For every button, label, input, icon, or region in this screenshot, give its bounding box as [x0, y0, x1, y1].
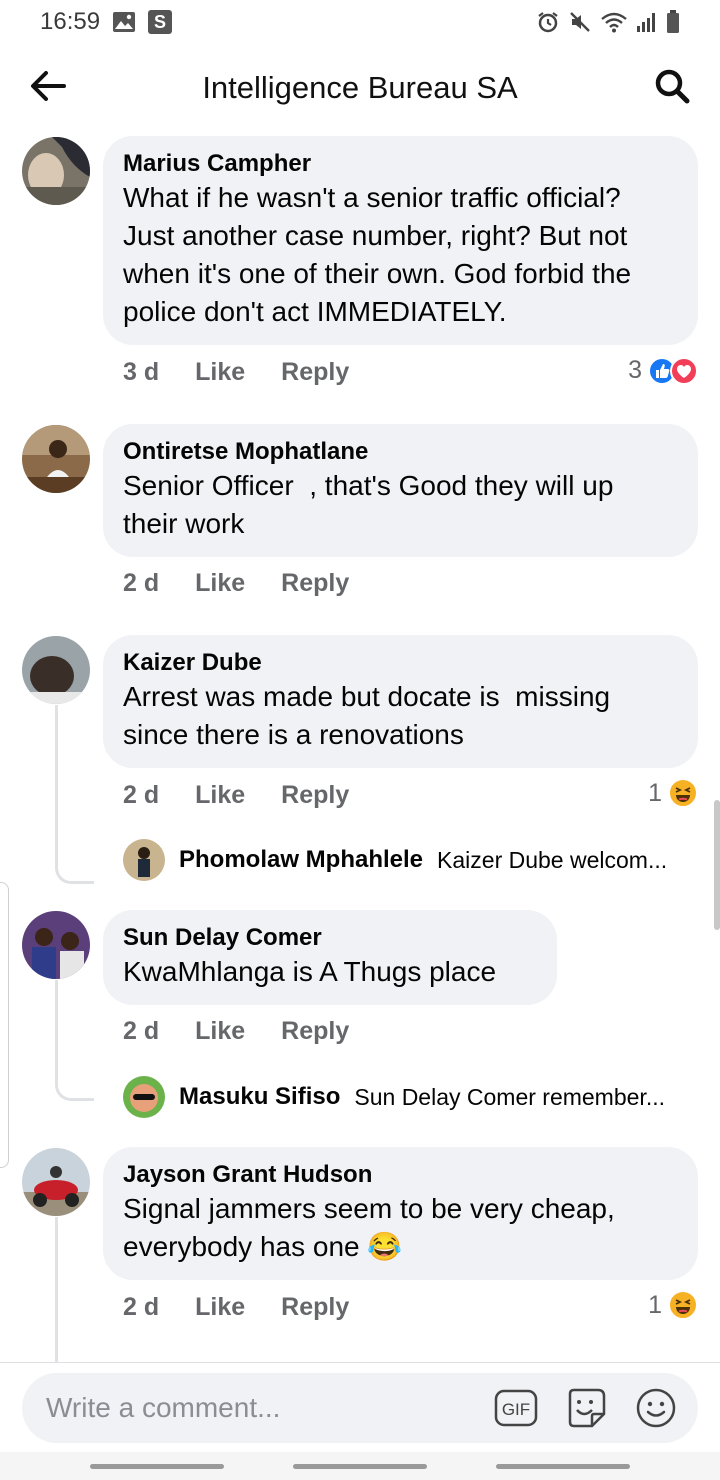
gif-icon: GIF: [494, 1389, 538, 1427]
reply-button[interactable]: Reply: [281, 1017, 349, 1046]
comment-actions: 3 d Like Reply: [123, 358, 349, 387]
reply-avatar: [123, 1076, 165, 1118]
sticker-button[interactable]: [562, 1384, 610, 1432]
app-bar: Intelligence Bureau SA: [0, 56, 720, 120]
comment-composer-bar: GIF: [0, 1362, 720, 1453]
comment-text: What if he wasn't a senior traffic offic…: [123, 182, 632, 327]
signal-icon: [636, 11, 658, 33]
comment-text: Signal jammers seem to be very cheap, ev…: [123, 1190, 678, 1266]
comment-bubble: Kaizer Dube Arrest was made but docate i…: [103, 635, 698, 768]
status-bar-left: 16:59 S: [40, 8, 173, 36]
avatar[interactable]: [22, 911, 90, 979]
comment-bubble: Ontiretse Mophatlane Senior Officer , th…: [103, 424, 698, 557]
comment-input[interactable]: [44, 1391, 470, 1425]
thread-line: [55, 980, 94, 1101]
reaction-summary[interactable]: 3: [628, 356, 698, 385]
gallery-icon: [112, 11, 136, 33]
status-bar: 16:59 S: [0, 0, 720, 44]
comment-actions: 2 d Like Reply: [123, 1017, 349, 1046]
love-reaction-icon: [670, 356, 698, 385]
system-nav-bar: [0, 1452, 720, 1480]
alarm-icon: [536, 10, 560, 34]
like-button[interactable]: Like: [195, 569, 245, 598]
comment-time[interactable]: 2 d: [123, 781, 159, 810]
avatar[interactable]: [22, 425, 90, 493]
comment-author[interactable]: Ontiretse Mophatlane: [123, 437, 678, 467]
gif-label: GIF: [502, 1400, 530, 1419]
s-app-icon: S: [148, 10, 173, 34]
comment-actions: 2 d Like Reply: [123, 1293, 349, 1322]
comment-actions: 2 d Like Reply: [123, 569, 349, 598]
reply-button[interactable]: Reply: [281, 358, 349, 387]
emoji-button[interactable]: [632, 1384, 680, 1432]
reply-button[interactable]: Reply: [281, 1293, 349, 1322]
mute-icon: [568, 10, 592, 34]
comment-time[interactable]: 2 d: [123, 1293, 159, 1322]
nav-back-handle[interactable]: [496, 1464, 630, 1469]
scrollbar-thumb[interactable]: [714, 800, 720, 930]
comment-text: KwaMhlanga is A Thugs place: [123, 956, 497, 987]
edge-panel-handle[interactable]: [0, 882, 9, 1168]
search-icon: [653, 67, 691, 110]
comment-composer: GIF: [22, 1373, 698, 1443]
comment-author[interactable]: Jayson Grant Hudson: [123, 1160, 678, 1190]
comment-bubble: Marius Campher What if he wasn't a senio…: [103, 136, 698, 345]
comment-author[interactable]: Kaizer Dube: [123, 648, 678, 678]
laughing-emoji: 😂: [367, 1231, 403, 1262]
comment-actions: 2 d Like Reply: [123, 781, 349, 810]
like-button[interactable]: Like: [195, 358, 245, 387]
battery-icon: [666, 10, 680, 34]
thread-line: [55, 705, 94, 884]
reply-author[interactable]: Masuku Sifiso: [179, 1083, 340, 1111]
reply-preview[interactable]: Phomolaw Mphahlele Kaizer Dube welcom...: [123, 839, 698, 881]
reaction-count: 1: [648, 1290, 662, 1319]
sticker-icon: [568, 1388, 606, 1428]
wifi-icon: [600, 11, 628, 33]
reply-avatar: [123, 839, 165, 881]
comment-time[interactable]: 2 d: [123, 1017, 159, 1046]
comment-list[interactable]: Marius Campher What if he wasn't a senio…: [0, 120, 720, 1362]
status-time: 16:59: [40, 8, 101, 35]
reply-preview-text: Sun Delay Comer remember...: [354, 1083, 665, 1110]
nav-home-handle[interactable]: [293, 1464, 427, 1469]
reaction-count: 3: [628, 356, 642, 384]
reply-preview[interactable]: Masuku Sifiso Sun Delay Comer remember..…: [123, 1076, 698, 1118]
comment-author[interactable]: Marius Campher: [123, 149, 678, 179]
comment-bubble: Jayson Grant Hudson Signal jammers seem …: [103, 1147, 698, 1280]
like-button[interactable]: Like: [195, 1293, 245, 1322]
nav-recents-handle[interactable]: [90, 1464, 224, 1469]
comment-text: Arrest was made but docate is missing si…: [123, 681, 611, 750]
comment-author[interactable]: Sun Delay Comer: [123, 923, 537, 953]
haha-reaction-icon: [668, 778, 698, 808]
like-button[interactable]: Like: [195, 1017, 245, 1046]
reply-preview-text: Kaizer Dube welcom...: [437, 846, 668, 873]
reply-button[interactable]: Reply: [281, 781, 349, 810]
gif-button[interactable]: GIF: [492, 1384, 540, 1432]
reply-author[interactable]: Phomolaw Mphahlele: [179, 846, 423, 874]
status-bar-right: [536, 10, 680, 34]
avatar[interactable]: [22, 137, 90, 205]
thread-line: [55, 1217, 94, 1362]
reaction-summary[interactable]: 1: [648, 1290, 698, 1320]
search-button[interactable]: [648, 68, 696, 108]
comment-bubble: Sun Delay Comer KwaMhlanga is A Thugs pl…: [103, 910, 557, 1005]
page-title: Intelligence Bureau SA: [202, 70, 518, 105]
comment-time[interactable]: 2 d: [123, 569, 159, 598]
reaction-summary[interactable]: 1: [648, 778, 698, 808]
like-button[interactable]: Like: [195, 781, 245, 810]
comment-time[interactable]: 3 d: [123, 358, 159, 387]
reaction-count: 1: [648, 778, 662, 807]
avatar[interactable]: [22, 636, 90, 704]
avatar[interactable]: [22, 1148, 90, 1216]
comment-text: Senior Officer , that's Good they will u…: [123, 470, 614, 539]
haha-reaction-icon: [668, 1290, 698, 1320]
emoji-icon: [636, 1388, 676, 1428]
reply-button[interactable]: Reply: [281, 569, 349, 598]
